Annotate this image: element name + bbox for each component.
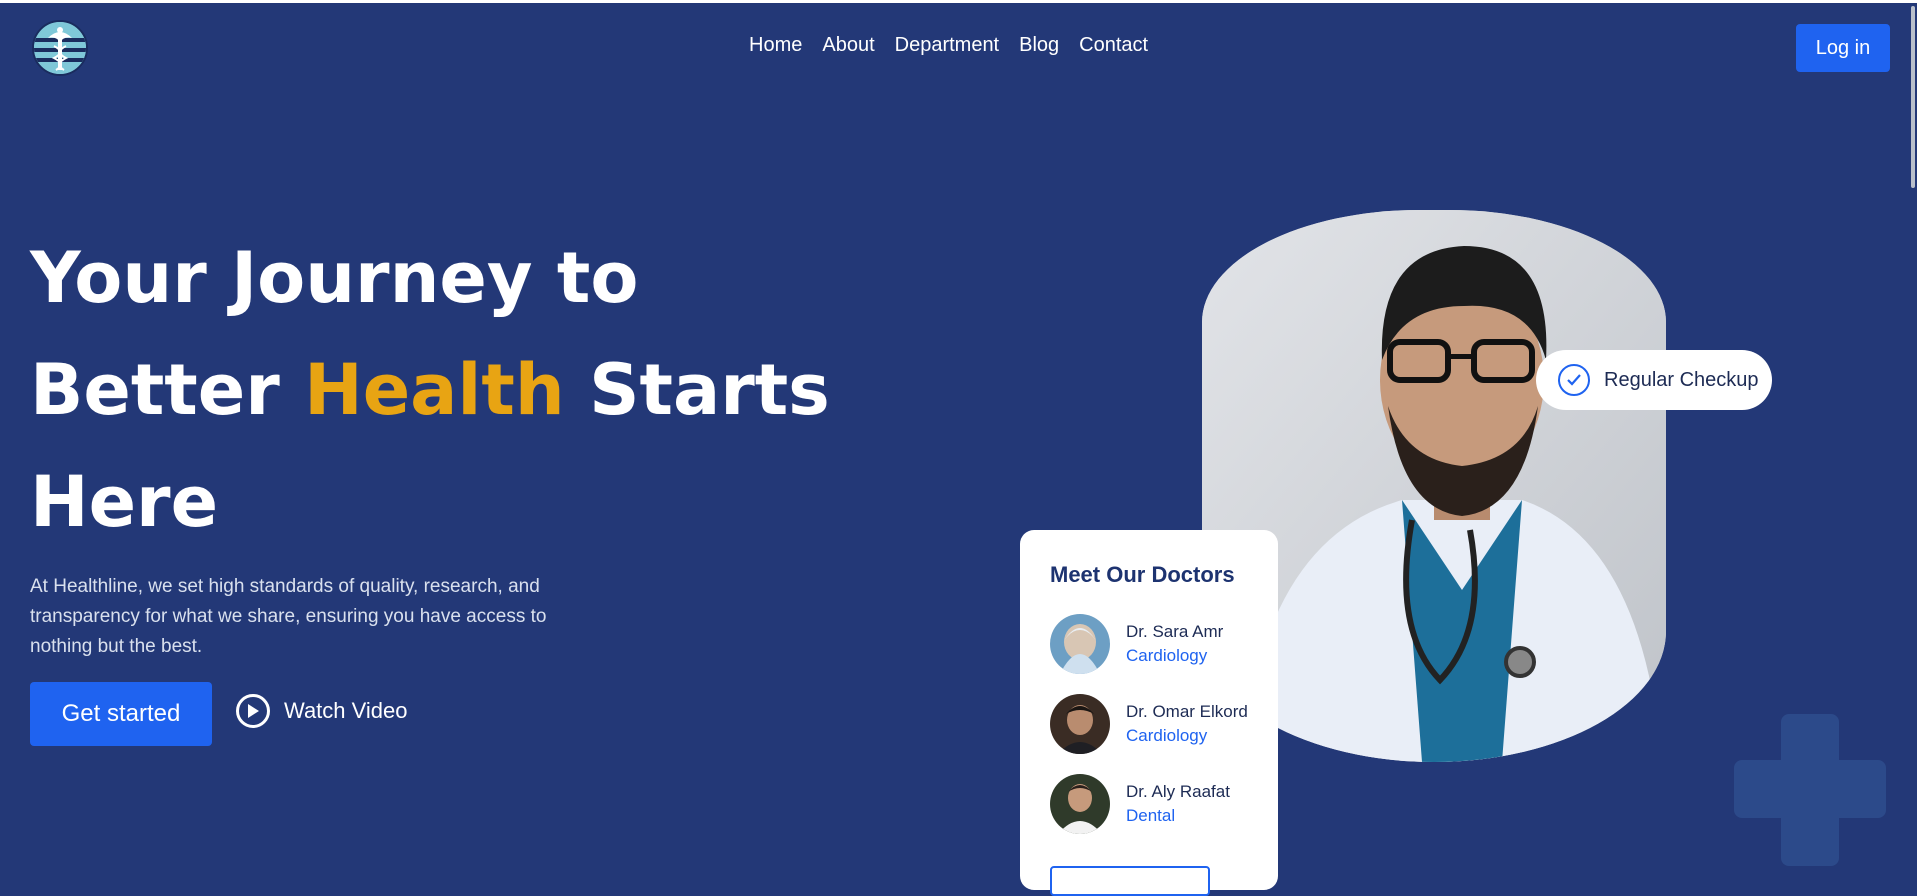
hero-title-line2-start: Better — [30, 349, 305, 431]
hero-title-highlight: Health — [304, 349, 565, 431]
doctor-item[interactable]: Dr. Aly Raafat Dental — [1050, 764, 1248, 844]
view-all-doctors-button[interactable] — [1050, 866, 1210, 896]
nav-item-contact[interactable]: Contact — [1079, 34, 1148, 57]
doctor-name: Dr. Omar Elkord — [1126, 702, 1248, 721]
avatar — [1050, 614, 1110, 674]
caduceus-logo[interactable] — [32, 20, 88, 76]
doctor-specialty: Cardiology — [1126, 726, 1208, 745]
hero-title: Your Journey to Better Health Starts Her… — [30, 222, 830, 558]
scrollbar-thumb[interactable] — [1911, 6, 1915, 188]
check-icon — [1558, 364, 1590, 396]
watch-video-label: Watch Video — [284, 698, 408, 723]
nav-item-home[interactable]: Home — [749, 34, 802, 57]
nav-item-department[interactable]: Department — [895, 34, 1000, 57]
play-icon — [236, 694, 270, 728]
avatar — [1050, 694, 1110, 754]
doctor-item[interactable]: Dr. Sara Amr Cardiology — [1050, 604, 1248, 684]
hero-title-line3: Here — [30, 461, 219, 543]
plus-icon — [1734, 714, 1886, 866]
top-border — [0, 0, 1917, 3]
doctor-name: Dr. Aly Raafat — [1126, 782, 1230, 801]
doctor-specialty: Dental — [1126, 806, 1176, 825]
hero-description: At Healthline, we set high standards of … — [30, 576, 547, 657]
meet-doctors-card: Meet Our Doctors Dr. Sara Amr Cardiology — [1020, 530, 1278, 896]
avatar — [1050, 774, 1110, 834]
hero-title-line2-end: Starts — [564, 349, 830, 431]
meet-doctors-title: Meet Our Doctors — [1050, 562, 1235, 587]
doctor-name: Dr. Sara Amr — [1126, 622, 1224, 641]
hero-title-line2: Better Health Starts — [30, 334, 830, 446]
main-nav: Home About Department Blog Contact — [749, 34, 1148, 57]
nav-item-about[interactable]: About — [822, 34, 874, 57]
get-started-button[interactable]: Get started — [30, 682, 212, 746]
watch-video-button[interactable]: Watch Video — [236, 694, 408, 728]
regular-checkup-badge: Regular Checkup — [1536, 350, 1772, 410]
nav-item-blog[interactable]: Blog — [1019, 34, 1059, 57]
doctor-specialty: Cardiology — [1126, 646, 1208, 665]
login-button[interactable]: Log in — [1796, 24, 1890, 72]
hero-title-line1: Your Journey to — [30, 237, 639, 319]
doctor-item[interactable]: Dr. Omar Elkord Cardiology — [1050, 684, 1248, 764]
regular-checkup-label: Regular Checkup — [1604, 368, 1759, 391]
